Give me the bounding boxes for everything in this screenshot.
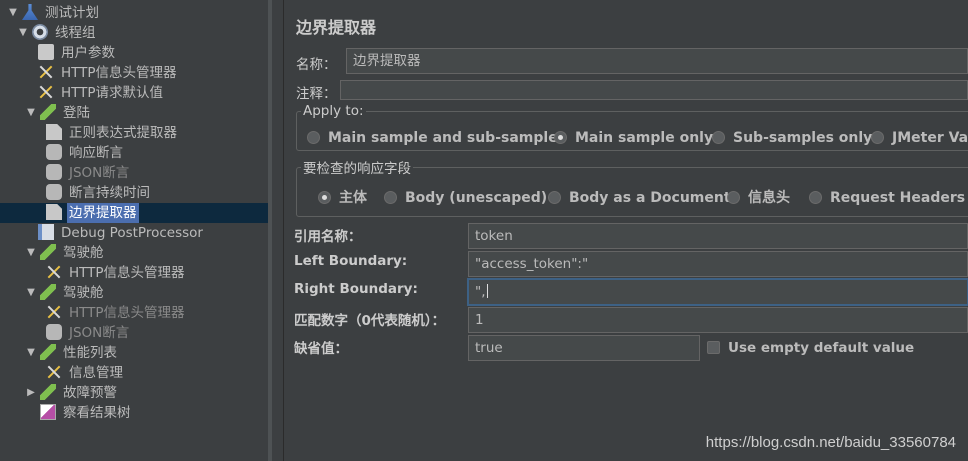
expand-toggle-icon[interactable]: ▼ [25,103,37,123]
tree-node-cockpit-1[interactable]: ▼ 驾驶舱 [27,243,106,263]
expand-toggle-icon[interactable]: ▼ [7,3,19,23]
sampler-pencil-icon [40,284,56,300]
wrench-icon [46,264,62,280]
field-to-check-legend: 要检查的响应字段 [303,161,411,177]
tree-node-http-header-manager[interactable]: HTTP信息头管理器 [38,63,179,83]
apply-to-legend: Apply to: [303,103,364,119]
tree-node-response-assertion[interactable]: 响应断言 [46,143,125,163]
sampler-pencil-icon [40,344,56,360]
tree-node-http-header-manager-3[interactable]: HTTP信息头管理器 [46,303,187,323]
tree-node-test-plan[interactable]: ▼ 测试计划 [9,3,101,23]
radio-body-as-document[interactable]: Body as a Document [548,189,731,207]
radio-request-headers[interactable]: Request Headers [809,189,965,207]
user-parameters-icon [38,44,54,60]
tree-node-regex-extractor[interactable]: 正则表达式提取器 [46,123,179,143]
reference-name-label: 引用名称： [294,229,362,245]
tree-node-duration-assertion[interactable]: 断言持续时间 [46,183,152,203]
text-cursor [486,284,488,298]
right-boundary-value: ", [475,284,486,300]
test-plan-icon [22,4,38,20]
tree-node-login[interactable]: ▼ 登陆 [27,103,92,123]
extractor-icon [46,204,62,220]
match-number-label: 匹配数字（0代表随机）： [294,313,446,329]
assertion-icon [46,164,62,180]
radio-dot-icon [871,131,884,144]
use-empty-default-checkbox[interactable]: Use empty default value [707,339,914,357]
tree-node-http-header-manager-2[interactable]: HTTP信息头管理器 [46,263,187,283]
tree-node-debug-postprocessor[interactable]: Debug PostProcessor [38,223,205,243]
radio-jmeter-variable[interactable]: JMeter Va [871,129,968,147]
radio-body-unescaped[interactable]: Body (unescaped) [384,189,547,207]
split-pane-divider[interactable] [272,0,284,461]
match-number-field[interactable]: 1 [468,307,968,333]
tree-node-boundary-extractor[interactable]: 边界提取器 [46,203,139,223]
assertion-icon [46,184,62,200]
default-value-label: 缺省值： [294,341,348,357]
gear-icon [32,24,48,40]
tree-node-info-management[interactable]: 信息管理 [46,363,125,383]
field-to-check-group: 要检查的响应字段 [296,157,968,217]
expand-toggle-icon[interactable]: ▼ [25,243,37,263]
results-tree-icon [40,404,56,420]
radio-dot-selected-icon [554,131,567,144]
right-boundary-label: Right Boundary: [294,281,418,297]
right-boundary-field[interactable]: ", [468,279,968,305]
expand-toggle-icon[interactable]: ▶ [25,383,37,403]
sampler-pencil-icon [40,104,56,120]
boundary-extractor-panel: 边界提取器 名称： 边界提取器 注释： Apply to: Main sampl… [284,0,968,461]
expand-toggle-icon[interactable]: ▼ [17,23,29,43]
assertion-icon [46,324,62,340]
tree-node-user-parameters[interactable]: 用户参数 [38,43,117,63]
name-field[interactable]: 边界提取器 [346,48,968,74]
extractor-icon [46,124,62,140]
tree-node-view-results-tree[interactable]: 察看结果树 [40,403,133,423]
left-boundary-field[interactable]: "access_token":" [468,251,968,277]
radio-dot-selected-icon [318,191,331,204]
radio-dot-icon [727,191,740,204]
assertion-icon [46,144,62,160]
expand-toggle-icon[interactable]: ▼ [25,283,37,303]
debug-icon [38,224,54,240]
default-value-field[interactable]: true [468,335,700,361]
radio-dot-icon [548,191,561,204]
tree-node-json-assertion-2[interactable]: JSON断言 [46,323,131,343]
tree-node-json-assertion[interactable]: JSON断言 [46,163,131,183]
tree-node-performance-list[interactable]: ▼ 性能列表 [27,343,119,363]
radio-dot-icon [809,191,822,204]
name-label: 名称： [296,57,337,73]
tree-node-http-defaults[interactable]: HTTP请求默认值 [38,83,165,103]
radio-body[interactable]: 主体 [318,189,367,207]
test-plan-tree[interactable]: ▼ 测试计划 ▼ 线程组 用户参数 HTTP信息头管理器 HTTP请求默认值 ▼… [0,0,272,461]
radio-dot-icon [384,191,397,204]
checkbox-icon [707,341,720,354]
wrench-icon [38,64,54,80]
sampler-pencil-icon [40,384,56,400]
watermark-url: https://blog.csdn.net/baidu_33560784 [705,434,956,451]
radio-headers[interactable]: 信息头 [727,189,790,207]
tree-node-fault-warning[interactable]: ▶ 故障预警 [27,383,119,403]
reference-name-field[interactable]: token [468,223,968,249]
wrench-icon [38,84,54,100]
panel-title: 边界提取器 [296,18,377,37]
expand-toggle-icon[interactable]: ▼ [25,343,37,363]
tree-node-thread-group[interactable]: ▼ 线程组 [19,23,98,43]
left-boundary-label: Left Boundary: [294,253,408,269]
radio-dot-icon [712,131,725,144]
radio-main-and-sub-samples[interactable]: Main sample and sub-samples [307,129,566,147]
wrench-icon [46,364,62,380]
radio-sub-samples-only[interactable]: Sub-samples only [712,129,872,147]
comment-label: 注释： [296,86,337,102]
comment-field[interactable] [340,80,968,100]
radio-main-sample-only[interactable]: Main sample only [554,129,713,147]
wrench-icon [46,304,62,320]
tree-node-cockpit-2[interactable]: ▼ 驾驶舱 [27,283,106,303]
radio-dot-icon [307,131,320,144]
sampler-pencil-icon [40,244,56,260]
